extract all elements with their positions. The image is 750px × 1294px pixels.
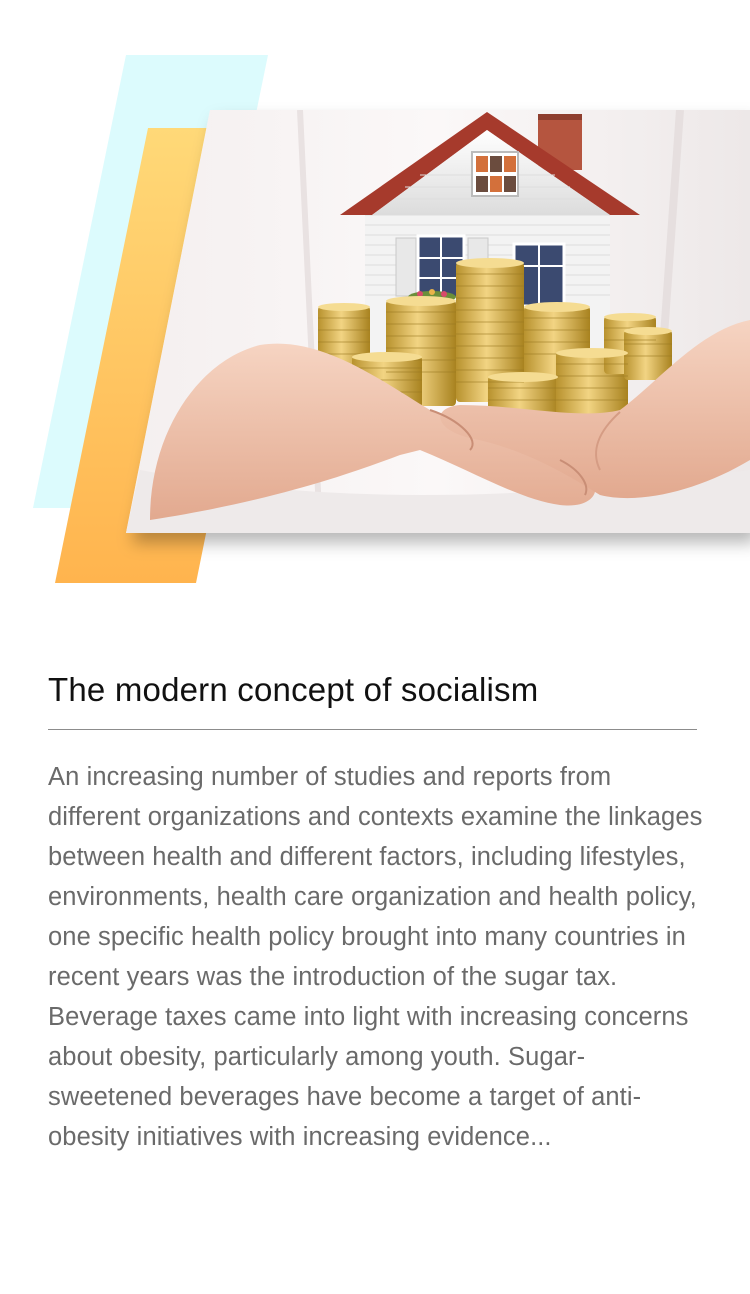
hero-illustration (33, 55, 750, 583)
article-title: The modern concept of socialism (48, 671, 539, 708)
title-divider (48, 729, 697, 730)
hero-banner (0, 0, 750, 600)
article-excerpt: An increasing number of studies and repo… (48, 763, 703, 1151)
